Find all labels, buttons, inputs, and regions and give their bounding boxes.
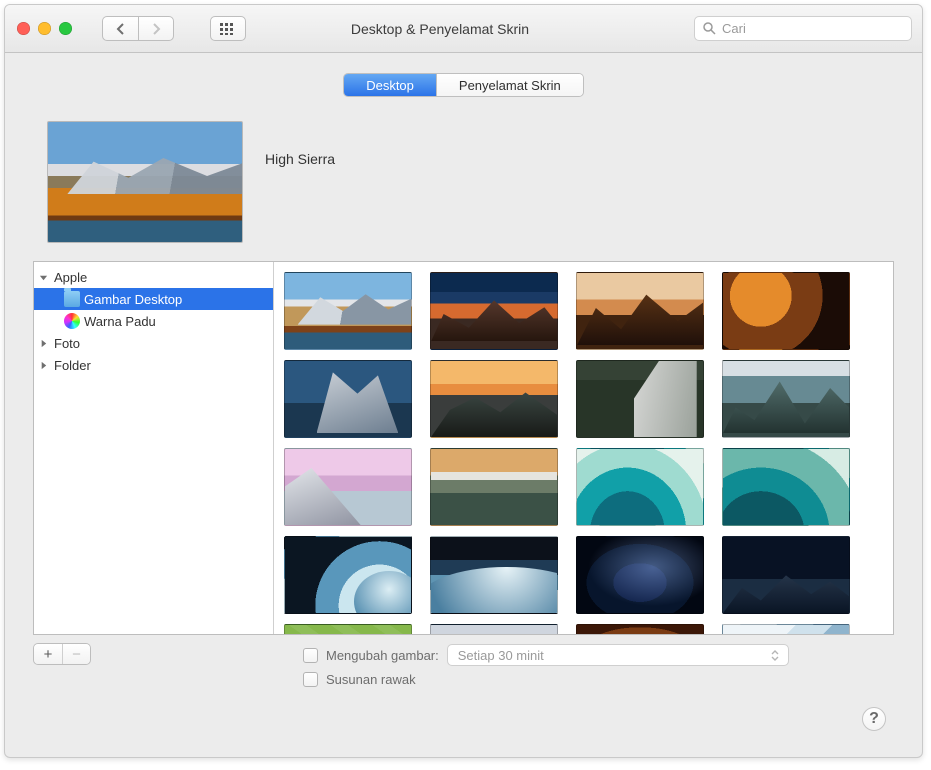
wallpaper-thumb[interactable] xyxy=(284,536,412,614)
tree-apple[interactable]: Apple xyxy=(34,266,273,288)
tree-label: Folder xyxy=(54,358,91,373)
source-sidebar: Apple Gambar Desktop Warna Padu Foto xyxy=(34,262,274,634)
random-order-label: Susunan rawak xyxy=(326,672,416,687)
disclosure-down-icon xyxy=(36,270,50,284)
tree-label: Foto xyxy=(54,336,80,351)
thumbnail-grid xyxy=(274,262,893,634)
change-interval-value: Setiap 30 minit xyxy=(458,648,544,663)
disclosure-right-icon xyxy=(36,358,50,372)
wallpaper-thumb[interactable] xyxy=(430,448,558,526)
back-button[interactable] xyxy=(102,16,138,41)
random-order-checkbox[interactable] xyxy=(303,672,318,687)
search-field[interactable]: Cari xyxy=(694,16,912,41)
tree-label: Gambar Desktop xyxy=(84,292,182,307)
wallpaper-thumb[interactable] xyxy=(284,360,412,438)
tab-group: Desktop Penyelamat Skrin xyxy=(343,73,584,97)
zoom-button[interactable] xyxy=(59,22,72,35)
nav-buttons xyxy=(102,16,174,41)
search-icon xyxy=(703,22,716,35)
wallpaper-browser: Apple Gambar Desktop Warna Padu Foto xyxy=(33,261,894,635)
change-picture-label: Mengubah gambar: xyxy=(326,648,439,663)
wallpaper-thumb[interactable] xyxy=(430,360,558,438)
wallpaper-thumb[interactable] xyxy=(722,536,850,614)
tree-folders[interactable]: Folder xyxy=(34,354,273,376)
tree-label: Apple xyxy=(54,270,87,285)
tree-solid-colors[interactable]: Warna Padu xyxy=(34,310,273,332)
tree-photos[interactable]: Foto xyxy=(34,332,273,354)
window-title: Desktop & Penyelamat Skrin xyxy=(194,21,686,37)
tab-desktop[interactable]: Desktop xyxy=(344,74,436,96)
wallpaper-thumb[interactable] xyxy=(284,448,412,526)
tree-label: Warna Padu xyxy=(84,314,156,329)
wallpaper-thumb[interactable] xyxy=(576,360,704,438)
current-wallpaper-name: High Sierra xyxy=(265,151,335,167)
help-icon: ? xyxy=(869,710,879,728)
change-picture-checkbox[interactable] xyxy=(303,648,318,663)
change-interval-popup[interactable]: Setiap 30 minit xyxy=(447,644,789,666)
wallpaper-thumb[interactable] xyxy=(722,448,850,526)
window-controls xyxy=(15,22,72,35)
popup-arrows-icon xyxy=(768,650,782,661)
wallpaper-thumb[interactable] xyxy=(430,536,558,614)
wallpaper-thumb[interactable] xyxy=(284,272,412,350)
help-button[interactable]: ? xyxy=(862,707,886,731)
wallpaper-thumb[interactable] xyxy=(722,272,850,350)
tree-desktop-pictures[interactable]: Gambar Desktop xyxy=(34,288,273,310)
prefs-window: Desktop & Penyelamat Skrin Cari Desktop … xyxy=(4,4,923,758)
footer-controls: + − Mengubah gambar: Setiap 30 minit xyxy=(33,643,894,691)
wallpaper-thumb[interactable] xyxy=(722,360,850,438)
wallpaper-thumb[interactable] xyxy=(576,624,704,634)
wallpaper-thumb[interactable] xyxy=(576,448,704,526)
add-remove-group: + − xyxy=(33,643,91,665)
tab-screensaver[interactable]: Penyelamat Skrin xyxy=(436,74,583,96)
wallpaper-thumb[interactable] xyxy=(430,624,558,634)
remove-folder-button[interactable]: − xyxy=(62,644,90,664)
wallpaper-thumb[interactable] xyxy=(430,272,558,350)
add-folder-button[interactable]: + xyxy=(34,644,62,664)
close-button[interactable] xyxy=(17,22,30,35)
disclosure-right-icon xyxy=(36,336,50,350)
search-placeholder: Cari xyxy=(722,21,746,36)
minimize-button[interactable] xyxy=(38,22,51,35)
wallpaper-thumb[interactable] xyxy=(722,624,850,634)
change-options: Mengubah gambar: Setiap 30 minit Susunan… xyxy=(303,643,789,691)
color-wheel-icon xyxy=(64,313,80,329)
wallpaper-thumb[interactable] xyxy=(284,624,412,634)
wallpaper-thumb[interactable] xyxy=(576,536,704,614)
current-wallpaper-preview xyxy=(47,121,243,243)
folder-icon xyxy=(64,291,80,307)
forward-button[interactable] xyxy=(138,16,174,41)
current-wallpaper-row: High Sierra xyxy=(33,121,894,243)
titlebar: Desktop & Penyelamat Skrin Cari xyxy=(5,5,922,53)
content: Desktop Penyelamat Skrin High Sierra App… xyxy=(5,53,922,757)
wallpaper-thumb[interactable] xyxy=(576,272,704,350)
